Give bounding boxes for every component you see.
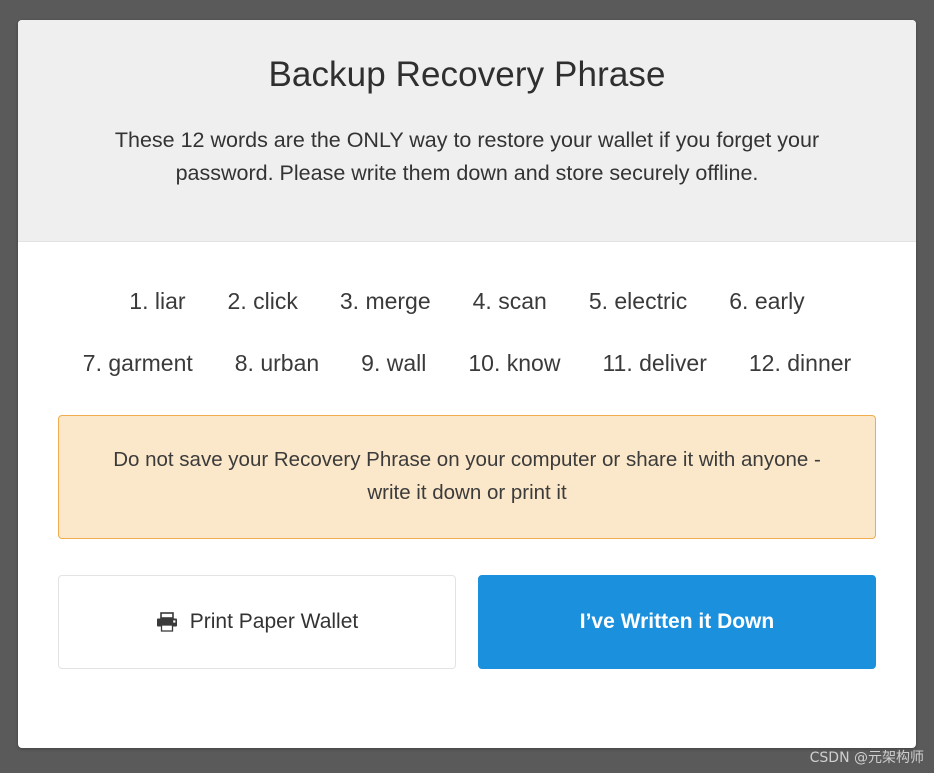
recovery-word-text: wall [386,349,427,376]
recovery-word: 2. click [228,288,298,316]
recovery-word-index: 1. [129,288,149,314]
print-paper-wallet-button[interactable]: Print Paper Wallet [58,574,456,669]
recovery-word-index: 12. [748,349,781,376]
recovery-word-text: know [506,349,561,376]
recovery-word-text: scan [498,288,547,314]
recovery-word-index: 2. [227,288,247,314]
recovery-word: 3. merge [340,288,431,316]
dialog-subtitle: These 12 words are the ONLY way to resto… [114,127,820,185]
recovery-word: 5. electric [589,288,687,316]
page-title: Backup Recovery Phrase [268,55,666,94]
recovery-word: 1. liar [129,288,185,316]
recovery-word: 12. dinner [749,350,851,378]
recovery-word-index: 3. [339,288,360,314]
recovery-word-text: electric [614,288,688,314]
backup-recovery-phrase-dialog: Backup Recovery Phrase These 12 words ar… [18,20,916,748]
dialog-body: 1. liar 2. click 3. merge 4. scan 5. ele… [18,242,916,669]
recovery-word-text: liar [154,288,186,314]
recovery-word-index: 10. [468,349,501,376]
printer-icon [156,611,178,632]
recovery-word: 11. deliver [602,350,706,378]
watermark: CSDN @元架构师 [809,750,924,766]
dialog-header: Backup Recovery Phrase These 12 words ar… [18,20,916,242]
ive-written-it-down-label: I’ve Written it Down [579,609,775,633]
recovery-word-index: 11. [602,349,633,376]
ive-written-it-down-button[interactable]: I’ve Written it Down [478,574,876,669]
recovery-word-index: 9. [361,349,381,376]
security-warning-text: Do not save your Recovery Phrase on your… [113,448,821,504]
recovery-word-index: 5. [588,288,608,314]
recovery-word: 7. garment [83,350,193,378]
recovery-word-index: 6. [729,288,749,314]
recovery-word-text: early [754,288,805,314]
recovery-word-text: dinner [787,349,852,376]
recovery-word: 6. early [729,288,804,316]
recovery-phrase-word-list: 1. liar 2. click 3. merge 4. scan 5. ele… [54,266,880,387]
dialog-actions: Print Paper Wallet I’ve Written it Down [58,574,876,669]
recovery-word-index: 8. [234,349,254,376]
security-warning-box: Do not save your Recovery Phrase on your… [58,415,876,539]
recovery-word: 4. scan [473,288,547,316]
recovery-word-text: click [253,288,298,314]
recovery-word-text: merge [365,288,431,314]
recovery-word: 10. know [468,350,560,378]
print-paper-wallet-label: Print Paper Wallet [189,609,359,633]
recovery-word: 9. wall [361,350,426,378]
recovery-word-index: 4. [472,288,492,314]
recovery-word-text: deliver [639,349,707,376]
recovery-word-text: urban [260,349,320,376]
recovery-word: 8. urban [235,350,319,378]
recovery-word-index: 7. [82,349,102,376]
recovery-word-text: garment [108,349,193,376]
